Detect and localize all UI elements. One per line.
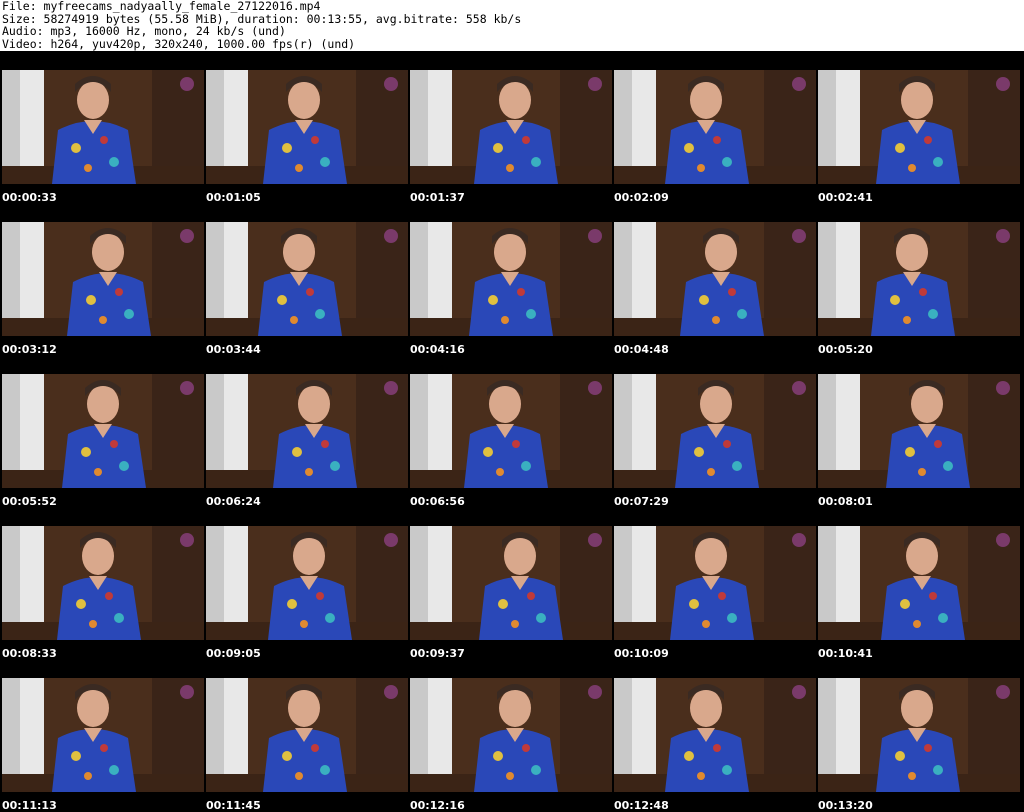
video-frame-thumbnail [818,70,1020,184]
audio-line: Audio: mp3, 16000 Hz, mono, 24 kb/s (und… [2,24,286,38]
frame-timestamp: 00:11:45 [206,799,261,812]
video-frame-thumbnail [206,222,408,336]
video-frame-thumbnail [818,678,1020,792]
thumbnail-cell: 00:09:05 [204,508,408,660]
frame-timestamp: 00:04:16 [410,343,465,356]
file-name-line: File: myfreecams_nadyaally_female_271220… [2,0,321,13]
thumbnail-cell: 00:06:24 [204,356,408,508]
frame-timestamp: 00:10:41 [818,647,873,660]
frame-timestamp: 00:12:48 [614,799,669,812]
video-frame-thumbnail [818,374,1020,488]
video-frame-thumbnail [2,222,204,336]
thumbnail-cell: 00:08:33 [0,508,204,660]
video-frame-thumbnail [410,678,612,792]
thumbnail-cell: 00:11:13 [0,660,204,812]
thumbnail-cell: 00:07:29 [612,356,816,508]
video-frame-thumbnail [410,526,612,640]
thumbnail-cell: 00:10:09 [612,508,816,660]
frame-timestamp: 00:01:05 [206,191,261,204]
thumbnail-cell: 00:02:41 [816,52,1020,204]
video-frame-thumbnail [818,222,1020,336]
frame-timestamp: 00:11:13 [2,799,57,812]
video-frame-thumbnail [614,70,816,184]
video-frame-thumbnail [614,526,816,640]
thumbnail-cell: 00:11:45 [204,660,408,812]
video-frame-thumbnail [2,374,204,488]
video-frame-thumbnail [206,374,408,488]
thumbnail-cell: 00:09:37 [408,508,612,660]
frame-timestamp: 00:08:33 [2,647,57,660]
frame-timestamp: 00:06:56 [410,495,465,508]
video-frame-thumbnail [2,70,204,184]
thumbnail-cell: 00:04:16 [408,204,612,356]
video-frame-thumbnail [614,374,816,488]
thumbnail-cell: 00:03:44 [204,204,408,356]
frame-timestamp: 00:02:09 [614,191,669,204]
thumbnail-cell: 00:01:05 [204,52,408,204]
thumbnail-cell: 00:10:41 [816,508,1020,660]
thumbnail-cell: 00:12:16 [408,660,612,812]
thumbnail-cell: 00:06:56 [408,356,612,508]
thumbnail-cell: 00:01:37 [408,52,612,204]
frame-timestamp: 00:09:05 [206,647,261,660]
video-frame-thumbnail [2,678,204,792]
frame-timestamp: 00:10:09 [614,647,669,660]
frame-timestamp: 00:07:29 [614,495,669,508]
frame-timestamp: 00:09:37 [410,647,465,660]
frame-timestamp: 00:00:33 [2,191,57,204]
video-frame-thumbnail [2,526,204,640]
video-line: Video: h264, yuv420p, 320x240, 1000.00 f… [2,36,356,51]
video-frame-thumbnail [614,678,816,792]
thumbnail-cell: 00:13:20 [816,660,1020,812]
frame-timestamp: 00:13:20 [818,799,873,812]
video-frame-thumbnail [614,222,816,336]
frame-timestamp: 00:12:16 [410,799,465,812]
video-frame-thumbnail [410,222,612,336]
thumbnail-cell: 00:05:52 [0,356,204,508]
video-frame-thumbnail [410,374,612,488]
frame-timestamp: 00:05:20 [818,343,873,356]
video-frame-thumbnail [818,526,1020,640]
frame-timestamp: 00:06:24 [206,495,261,508]
video-frame-thumbnail [410,70,612,184]
thumbnail-cell: 00:04:48 [612,204,816,356]
file-info-header: File: myfreecams_nadyaally_female_271220… [0,0,1024,51]
thumbnail-cell: 00:05:20 [816,204,1020,356]
thumbnail-cell: 00:03:12 [0,204,204,356]
thumbnail-cell: 00:08:01 [816,356,1020,508]
frame-timestamp: 00:03:12 [2,343,57,356]
frame-timestamp: 00:02:41 [818,191,873,204]
frame-timestamp: 00:04:48 [614,343,669,356]
video-frame-thumbnail [206,526,408,640]
video-frame-thumbnail [206,70,408,184]
frame-timestamp: 00:08:01 [818,495,873,508]
frame-timestamp: 00:03:44 [206,343,261,356]
frame-timestamp: 00:01:37 [410,191,465,204]
thumbnail-cell: 00:12:48 [612,660,816,812]
frame-timestamp: 00:05:52 [2,495,57,508]
thumbnail-cell: 00:00:33 [0,52,204,204]
thumbnail-cell: 00:02:09 [612,52,816,204]
video-frame-thumbnail [206,678,408,792]
